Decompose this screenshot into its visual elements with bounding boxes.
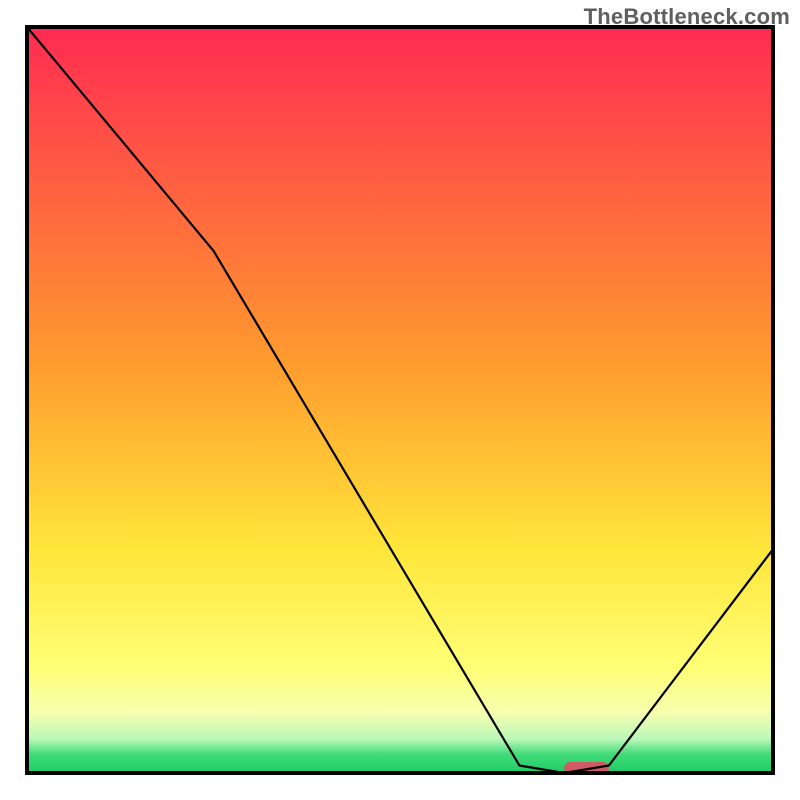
bottleneck-chart (0, 0, 800, 800)
watermark-label: TheBottleneck.com (584, 4, 790, 30)
chart-gradient-background (27, 27, 773, 773)
